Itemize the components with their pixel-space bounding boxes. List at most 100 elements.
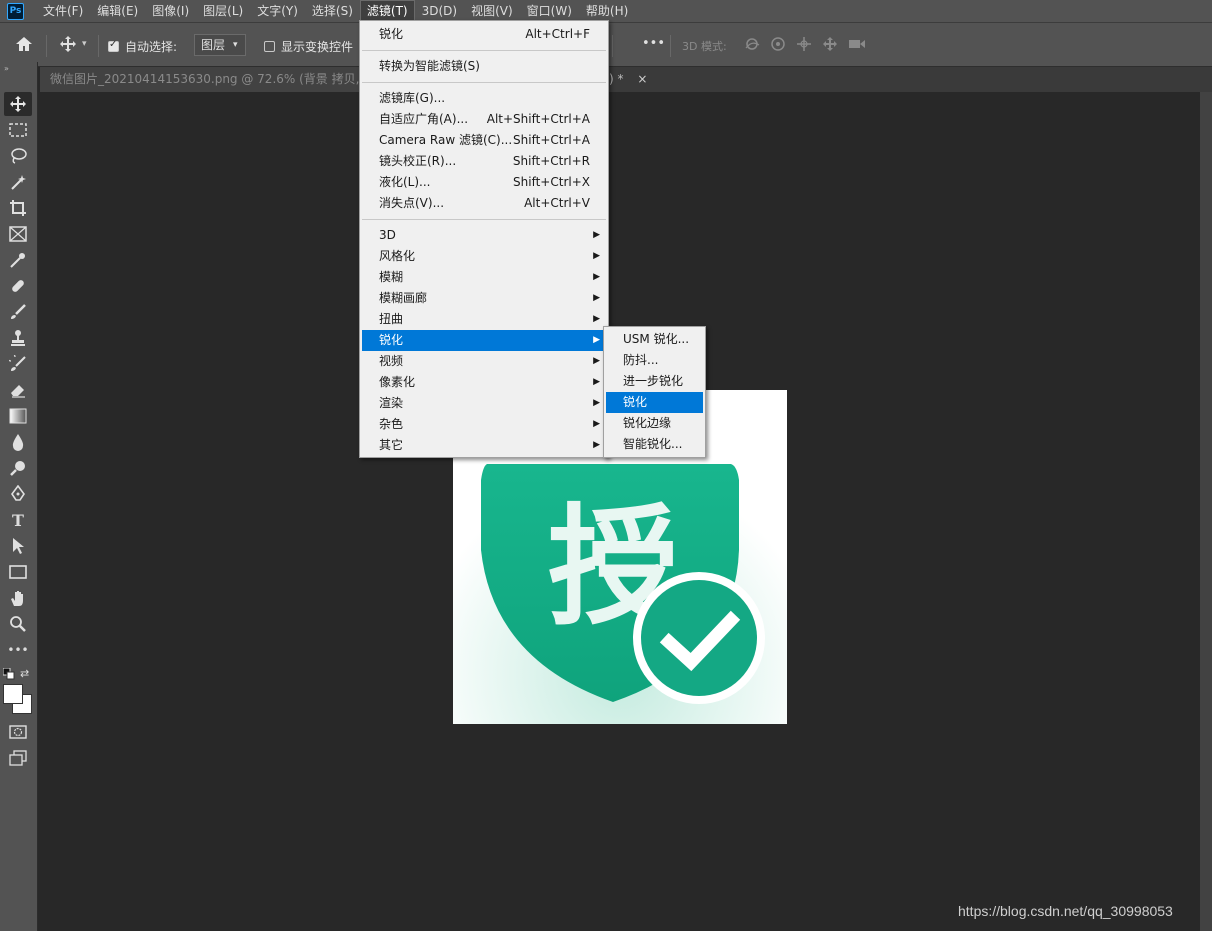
menu-3d[interactable]: 3D(D)	[415, 0, 464, 22]
auto-select-toggle[interactable]: 自动选择:	[108, 38, 177, 55]
roll-3d-icon[interactable]	[770, 36, 787, 52]
frame-tool-icon[interactable]	[4, 222, 32, 246]
drag-3d-icon[interactable]	[796, 36, 813, 52]
history-brush-tool-icon[interactable]	[4, 352, 32, 376]
menu-item-label: 视频	[379, 354, 404, 368]
filter-menu-item[interactable]: 锐化 Alt+Ctrl+F	[362, 24, 606, 45]
sharpen-submenu-item[interactable]: 锐化	[606, 392, 703, 413]
foreground-color-swatch[interactable]	[3, 684, 23, 704]
swap-colors-icon[interactable]: ⇄	[20, 667, 29, 680]
auto-select-target-dropdown[interactable]: 图层 ▾	[194, 34, 246, 56]
document-tab[interactable]: 微信图片_20210414153630.png @ 72.6% (背景 拷贝, …	[40, 67, 360, 92]
show-transform-checkbox[interactable]	[264, 41, 275, 52]
gradient-tool-icon[interactable]	[4, 404, 32, 428]
menu-item-label: 模糊	[379, 270, 404, 284]
menu-help[interactable]: 帮助(H)	[579, 0, 635, 22]
move-tool-preset-button[interactable]: ▾	[58, 35, 87, 53]
crop-tool-icon[interactable]	[4, 196, 32, 220]
filter-submenu-item[interactable]: 模糊画廊 ▶	[362, 288, 606, 309]
filter-submenu-item[interactable]: 3D ▶	[362, 225, 606, 246]
menu-filter[interactable]: 滤镜(T)	[359, 0, 415, 22]
screen-mode-icon[interactable]	[4, 746, 32, 770]
menu-edit[interactable]: 编辑(E)	[90, 0, 145, 22]
menu-item-label: 进一步锐化	[623, 374, 684, 388]
document-tab-title: 微信图片_20210414153630.png @ 72.6% (背景 拷贝, …	[50, 72, 360, 86]
filter-submenu-item[interactable]: 锐化 ▶	[362, 330, 606, 351]
camera-3d-icon[interactable]	[848, 36, 866, 52]
filter-menu-item[interactable]: 自适应广角(A)... Alt+Shift+Ctrl+A	[362, 109, 606, 130]
menu-item-label: 消失点(V)...	[379, 196, 445, 210]
chevron-down-icon: ▾	[233, 40, 238, 50]
filter-submenu-item[interactable]: 扭曲 ▶	[362, 309, 606, 330]
submenu-arrow-icon: ▶	[593, 398, 600, 408]
zoom-tool-icon[interactable]	[4, 612, 32, 636]
lasso-tool-icon[interactable]	[4, 144, 32, 168]
eyedropper-tool-icon[interactable]	[4, 248, 32, 272]
blur-tool-icon[interactable]	[4, 430, 32, 454]
slide-3d-icon[interactable]	[822, 36, 839, 52]
filter-menu-item[interactable]: 镜头校正(R)... Shift+Ctrl+R	[362, 151, 606, 172]
menu-item-label: 液化(L)...	[379, 175, 431, 189]
menu-view[interactable]: 视图(V)	[464, 0, 520, 22]
menu-select[interactable]: 选择(S)	[305, 0, 360, 22]
document-tab-second[interactable]: ) * ×	[609, 67, 669, 92]
more-tools-icon[interactable]: •••	[4, 638, 32, 662]
filter-submenu-item[interactable]: 其它 ▶	[362, 435, 606, 456]
dodge-tool-icon[interactable]	[4, 456, 32, 480]
collapse-panel-icon[interactable]: »	[4, 64, 9, 73]
filter-menu-item[interactable]: 消失点(V)... Alt+Ctrl+V	[362, 193, 606, 214]
healing-brush-tool-icon[interactable]	[4, 274, 32, 298]
filter-submenu-item[interactable]: 风格化 ▶	[362, 246, 606, 267]
menu-item-label: 风格化	[379, 249, 416, 263]
filter-menu-item[interactable]: 液化(L)... Shift+Ctrl+X	[362, 172, 606, 193]
menu-item-label: 镜头校正(R)...	[379, 154, 457, 168]
move-tool-icon[interactable]	[4, 92, 32, 116]
sharpen-submenu-item[interactable]: 智能锐化...	[606, 434, 703, 455]
filter-menu-item[interactable]: Camera Raw 滤镜(C)... Shift+Ctrl+A	[362, 130, 606, 151]
menu-item-label: 3D	[379, 228, 396, 242]
filter-menu-item[interactable]: 转换为智能滤镜(S)	[362, 56, 606, 77]
eraser-tool-icon[interactable]	[4, 378, 32, 402]
submenu-arrow-icon: ▶	[593, 419, 600, 429]
menu-file[interactable]: 文件(F)	[36, 0, 90, 22]
divider	[98, 35, 99, 57]
menu-layer[interactable]: 图层(L)	[196, 0, 250, 22]
menu-bar: Ps 文件(F) 编辑(E) 图像(I) 图层(L) 文字(Y) 选择(S) 滤镜(T) 3D…	[0, 0, 1212, 22]
menu-image[interactable]: 图像(I)	[145, 0, 196, 22]
sharpen-submenu-item[interactable]: USM 锐化...	[606, 329, 703, 350]
menu-item-label: 锐化	[379, 27, 404, 41]
filter-submenu-item[interactable]: 杂色 ▶	[362, 414, 606, 435]
quick-mask-icon[interactable]	[4, 720, 32, 744]
menu-item-label: 锐化	[379, 333, 404, 347]
orbit-3d-icon[interactable]	[744, 36, 761, 52]
close-tab-icon[interactable]: ×	[637, 72, 647, 86]
filter-submenu-item[interactable]: 像素化 ▶	[362, 372, 606, 393]
menu-window[interactable]: 窗口(W)	[520, 0, 579, 22]
menu-item-label: 智能锐化...	[623, 437, 683, 451]
vertical-scrollbar[interactable]	[1200, 92, 1212, 931]
path-selection-tool-icon[interactable]	[4, 534, 32, 558]
menu-type[interactable]: 文字(Y)	[250, 0, 305, 22]
filter-submenu-item[interactable]: 渲染 ▶	[362, 393, 606, 414]
type-tool-icon[interactable]: T	[4, 508, 32, 532]
default-colors-icon[interactable]	[2, 667, 15, 683]
sharpen-submenu-item[interactable]: 进一步锐化	[606, 371, 703, 392]
filter-submenu-item[interactable]: 视频 ▶	[362, 351, 606, 372]
hand-tool-icon[interactable]	[4, 586, 32, 610]
marquee-tool-icon[interactable]	[4, 118, 32, 142]
more-options-button[interactable]: •••	[642, 36, 665, 51]
home-icon[interactable]	[14, 35, 34, 53]
filter-menu-item[interactable]: 滤镜库(G)...	[362, 88, 606, 109]
menu-item-shortcut: Alt+Ctrl+F	[525, 27, 590, 41]
rectangle-tool-icon[interactable]	[4, 560, 32, 584]
pen-tool-icon[interactable]	[4, 482, 32, 506]
auto-select-checkbox[interactable]	[108, 39, 119, 52]
submenu-arrow-icon: ▶	[593, 230, 600, 240]
sharpen-submenu-item[interactable]: 锐化边缘	[606, 413, 703, 434]
sharpen-submenu-item[interactable]: 防抖...	[606, 350, 703, 371]
show-transform-controls-toggle[interactable]: 显示变换控件	[264, 38, 353, 55]
clone-stamp-tool-icon[interactable]	[4, 326, 32, 350]
filter-submenu-item[interactable]: 模糊 ▶	[362, 267, 606, 288]
magic-wand-tool-icon[interactable]	[4, 170, 32, 194]
brush-tool-icon[interactable]	[4, 300, 32, 324]
